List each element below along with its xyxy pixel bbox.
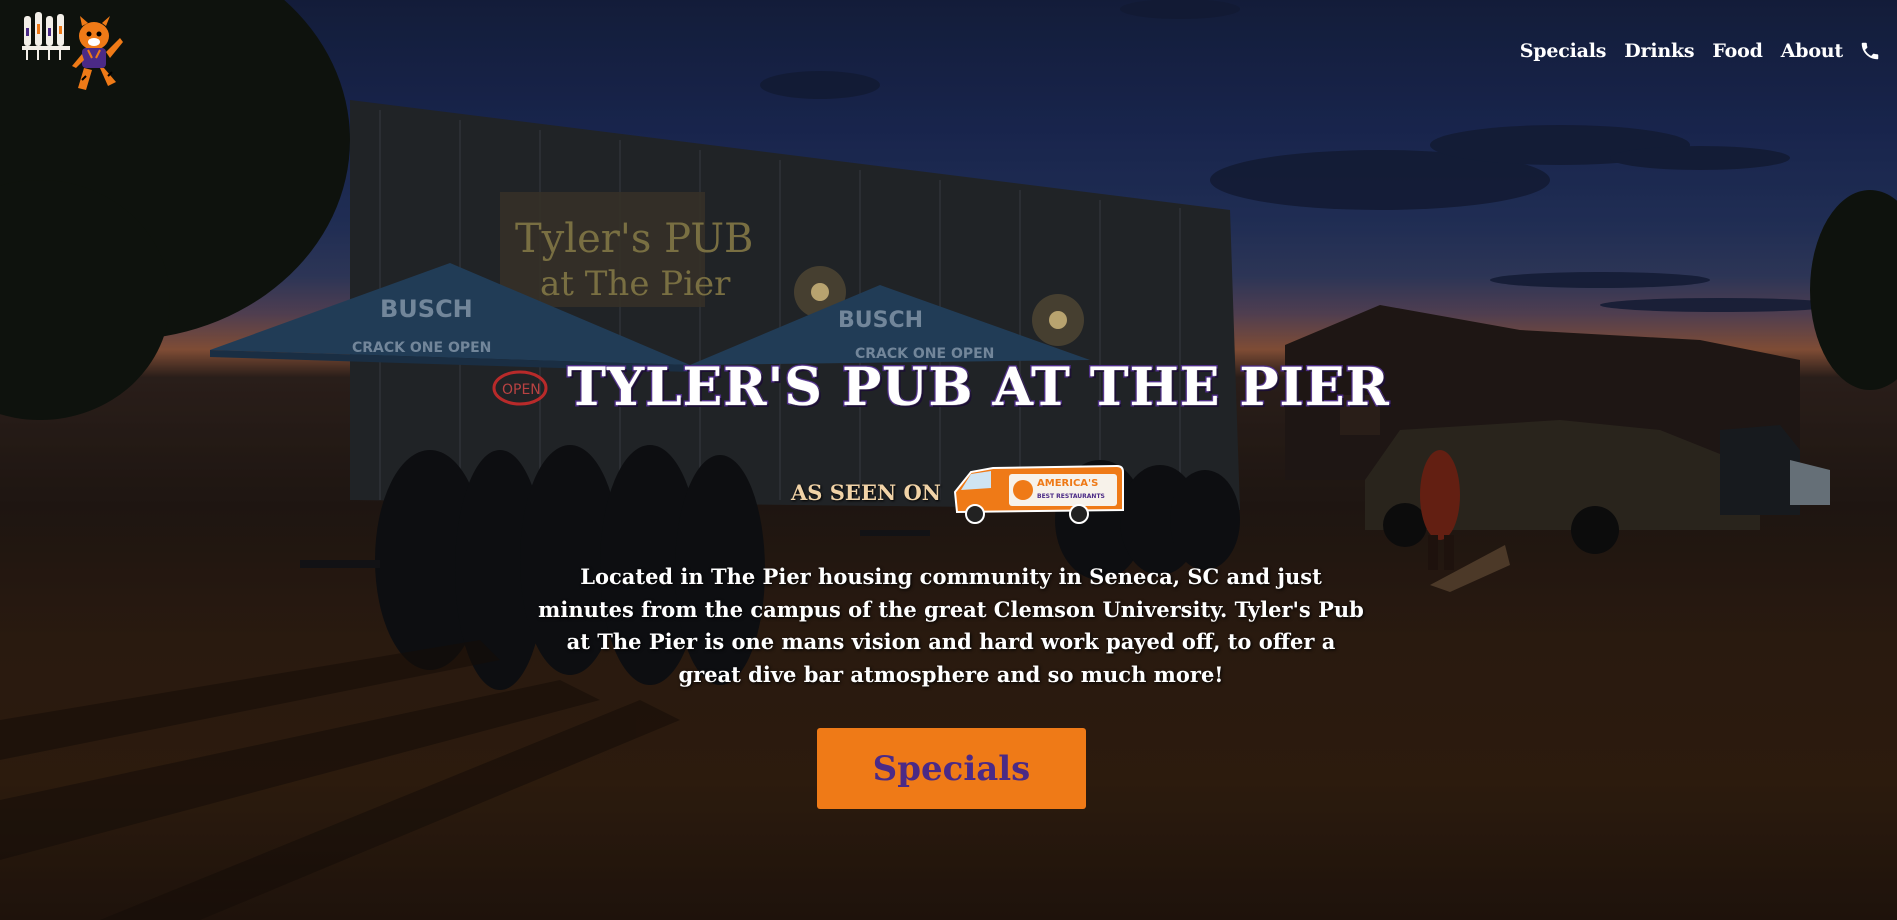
hero-description: Located in The Pier housing community in… <box>538 564 1364 687</box>
americas-best-restaurants-van-logo[interactable]: AMERICA'S BEST RESTAURANTS <box>949 458 1125 526</box>
van-logo-text-2: BEST RESTAURANTS <box>1037 493 1105 500</box>
van-logo-text-1: AMERICA'S <box>1037 478 1098 489</box>
as-seen-on-label: AS SEEN ON <box>791 479 941 505</box>
main-nav: Specials Drinks Food About <box>1511 40 1881 62</box>
specials-cta-button[interactable]: Specials <box>817 728 1086 809</box>
as-seen-on-block: AS SEEN ON AMERICA'S BEST RESTAURANTS <box>791 458 1125 526</box>
nav-about[interactable]: About <box>1772 40 1852 62</box>
site-logo[interactable] <box>22 10 126 96</box>
nav-drinks[interactable]: Drinks <box>1615 40 1703 62</box>
tiger-mascot-logo-icon <box>22 12 123 90</box>
phone-icon[interactable] <box>1859 40 1881 62</box>
nav-food[interactable]: Food <box>1703 40 1771 62</box>
hero-title: TYLER'S PUB AT THE PIER <box>566 356 1390 420</box>
nav-specials[interactable]: Specials <box>1511 40 1616 62</box>
